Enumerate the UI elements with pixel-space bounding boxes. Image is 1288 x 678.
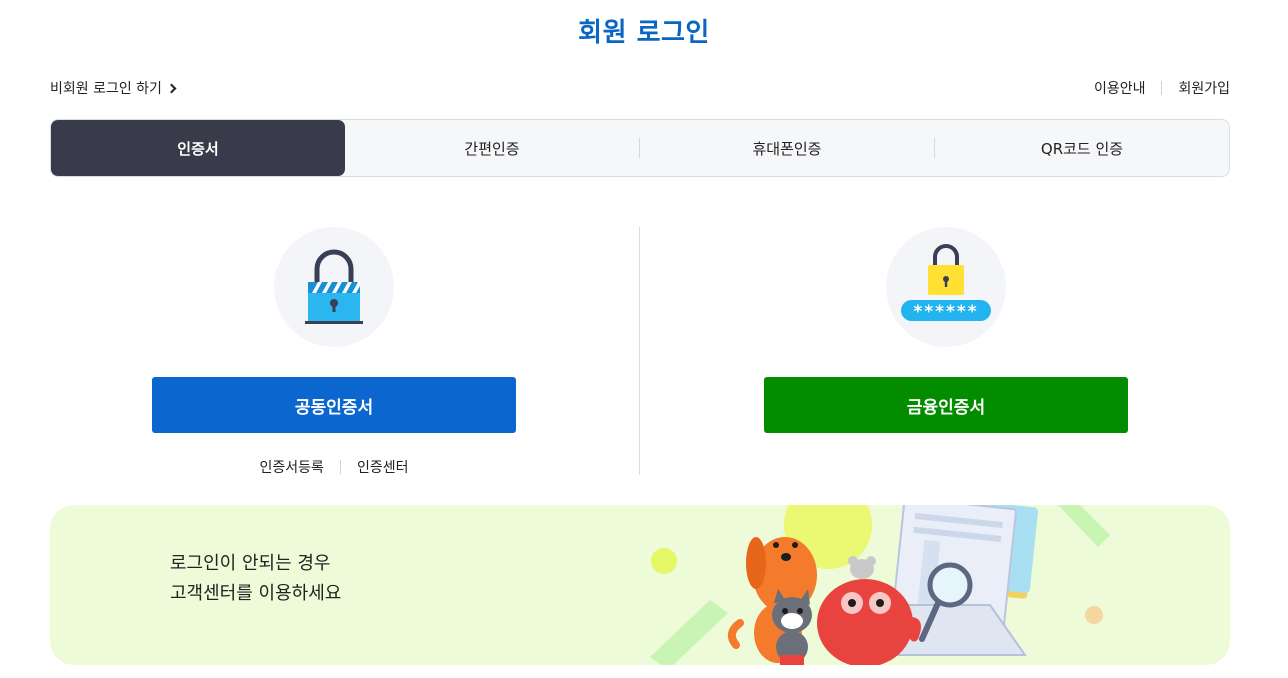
tab-phone-auth-label: 휴대폰인증 [752, 139, 822, 158]
blue-lock-icon [274, 227, 394, 347]
certificate-links-divider [339, 460, 341, 474]
panel-divider [639, 227, 640, 475]
tab-certificate[interactable]: 인증서 [51, 120, 345, 176]
password-mask: ****** [913, 302, 979, 322]
guest-login-link[interactable]: 비회원 로그인 하기 [50, 78, 177, 98]
financial-certificate-button[interactable]: 금융인증서 [764, 377, 1128, 433]
tab-qr-auth-label: QR코드 인증 [1040, 139, 1124, 158]
top-links-divider [1161, 81, 1163, 95]
top-links: 이용안내 회원가입 [1094, 78, 1230, 98]
mascot-characters-illustration [650, 505, 1110, 665]
tab-qr-auth[interactable]: QR코드 인증 [935, 120, 1229, 176]
certificate-links: 인증서등록 인증센터 [152, 457, 516, 477]
tab-simple-auth-label: 간편인증 [464, 139, 520, 158]
certificate-center-link[interactable]: 인증센터 [357, 457, 409, 477]
signup-link[interactable]: 회원가입 [1178, 78, 1230, 98]
yellow-lock-password-icon: ****** [886, 227, 1006, 347]
guide-link[interactable]: 이용안내 [1094, 78, 1146, 98]
certificate-register-link[interactable]: 인증서등록 [260, 457, 324, 477]
guest-login-label: 비회원 로그인 하기 [50, 81, 162, 97]
page-title: 회원 로그인 [578, 18, 710, 48]
help-banner[interactable]: 로그인이 안되는 경우 고객센터를 이용하세요 [50, 505, 1230, 665]
chevron-right-icon [166, 83, 177, 94]
joint-certificate-button[interactable]: 공동인증서 [152, 377, 516, 433]
tab-certificate-label: 인증서 [177, 139, 219, 158]
tab-simple-auth[interactable]: 간편인증 [345, 120, 639, 176]
login-method-tabs: 인증서 간편인증 휴대폰인증 QR코드 인증 [50, 119, 1230, 177]
tab-phone-auth[interactable]: 휴대폰인증 [640, 120, 934, 176]
